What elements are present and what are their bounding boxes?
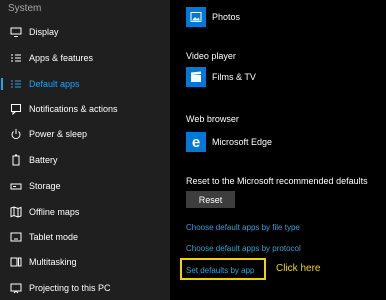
- web-browser-heading: Web browser: [186, 114, 239, 124]
- sidebar-item-notifications[interactable]: Notifications & actions: [0, 99, 170, 119]
- default-apps-icon: [10, 78, 22, 90]
- sidebar-item-battery[interactable]: Battery: [0, 150, 170, 170]
- sidebar-section-title: System: [8, 3, 42, 14]
- app-name: Microsoft Edge: [212, 137, 273, 147]
- sidebar-item-label: Projecting to this PC: [29, 283, 111, 293]
- default-apps-panel: Photos Video player Films & TV Web brows…: [180, 0, 386, 300]
- sidebar-item-multitasking[interactable]: Multitasking: [0, 252, 170, 272]
- edge-icon: e: [186, 132, 206, 152]
- films-tv-icon: [186, 67, 206, 87]
- sidebar-item-storage[interactable]: Storage: [0, 176, 170, 196]
- sidebar-item-label: Offline maps: [29, 207, 80, 217]
- highlight-box: [180, 258, 266, 280]
- apps-list-icon: [10, 52, 22, 64]
- sidebar-item-label: Apps & features: [29, 53, 94, 63]
- sidebar-item-tablet-mode[interactable]: Tablet mode: [0, 227, 170, 247]
- sidebar-item-label: Notifications & actions: [29, 104, 118, 114]
- sidebar-item-label: Power & sleep: [29, 129, 88, 139]
- choose-by-protocol-link[interactable]: Choose default apps by protocol: [186, 244, 301, 253]
- notifications-icon: [10, 103, 22, 115]
- choose-by-file-type-link[interactable]: Choose default apps by file type: [186, 223, 300, 232]
- video-player-heading: Video player: [186, 51, 236, 61]
- multitasking-icon: [10, 256, 22, 268]
- sidebar-item-label: Battery: [29, 155, 58, 165]
- sidebar-item-label: Default apps: [29, 79, 80, 89]
- settings-sidebar: System Display Apps & features Default a…: [0, 0, 170, 300]
- sidebar-item-offline-maps[interactable]: Offline maps: [0, 202, 170, 222]
- storage-icon: [10, 180, 22, 192]
- sidebar-item-label: Display: [29, 27, 59, 37]
- map-icon: [10, 206, 22, 218]
- power-icon: [10, 128, 22, 140]
- click-here-callout: Click here: [276, 263, 321, 274]
- sidebar-item-label: Storage: [29, 181, 61, 191]
- reset-heading: Reset to the Microsoft recommended defau…: [186, 176, 368, 186]
- video-player-app[interactable]: Films & TV: [186, 67, 256, 87]
- sidebar-item-power-sleep[interactable]: Power & sleep: [0, 124, 170, 144]
- sidebar-item-label: Multitasking: [29, 257, 77, 267]
- photo-viewer-app[interactable]: Photos: [186, 7, 240, 27]
- tablet-icon: [10, 231, 22, 243]
- sidebar-item-projecting[interactable]: Projecting to this PC: [0, 278, 170, 298]
- sidebar-item-label: Tablet mode: [29, 232, 79, 242]
- photos-icon: [186, 7, 206, 27]
- app-name: Films & TV: [212, 72, 256, 82]
- battery-icon: [10, 154, 22, 166]
- display-icon: [10, 26, 22, 38]
- web-browser-app[interactable]: e Microsoft Edge: [186, 132, 272, 152]
- projecting-icon: [10, 282, 22, 294]
- sidebar-item-display[interactable]: Display: [0, 22, 170, 42]
- app-name: Photos: [212, 12, 241, 22]
- sidebar-item-apps-features[interactable]: Apps & features: [0, 48, 170, 68]
- sidebar-item-default-apps[interactable]: Default apps: [0, 74, 170, 94]
- reset-button[interactable]: Reset: [186, 191, 235, 208]
